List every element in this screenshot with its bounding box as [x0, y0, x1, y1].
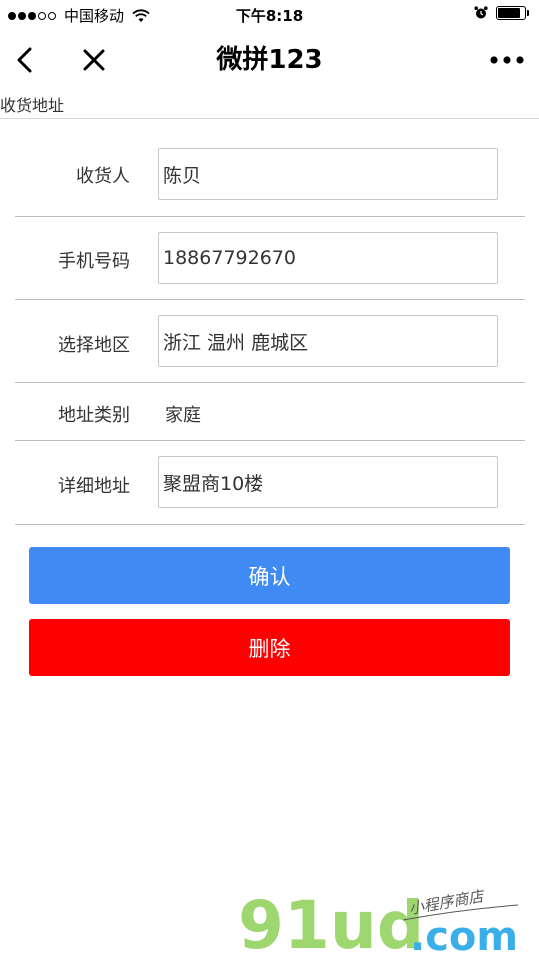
row-divider [15, 524, 525, 525]
detail-address-label: 详细地址 [58, 476, 130, 497]
back-button[interactable] [6, 30, 42, 90]
status-bar-right [474, 6, 529, 20]
receiver-label: 收货人 [76, 166, 130, 187]
row-divider [15, 382, 525, 383]
chevron-left-icon [17, 47, 32, 73]
status-time: 下午8:18 [235, 7, 304, 25]
watermark-domain: .com [410, 914, 518, 960]
more-dots-icon [490, 56, 524, 64]
nav-bar: 微拼123 [0, 30, 539, 90]
detail-address-row: 详细地址 [15, 441, 525, 525]
alarm-icon [474, 6, 488, 19]
receiver-row: 收货人 [15, 119, 525, 217]
phone-input[interactable] [158, 232, 498, 284]
watermark-brand: 91ud [238, 887, 424, 960]
close-button[interactable] [74, 30, 114, 90]
detail-address-input[interactable] [158, 456, 498, 508]
more-button[interactable] [487, 30, 527, 90]
address-type-value[interactable]: 家庭 [165, 401, 201, 427]
battery-icon [496, 6, 526, 20]
delete-button[interactable]: 删除 [29, 619, 510, 676]
phone-row: 手机号码 [15, 217, 525, 300]
region-picker[interactable] [158, 315, 498, 367]
phone-label: 手机号码 [58, 251, 130, 272]
watermark-graphic: 91ud .com 小程序商店 [238, 887, 518, 964]
section-label: 收货地址 [0, 96, 65, 115]
close-icon [83, 49, 105, 71]
watermark-logo: 91ud .com 小程序商店 [238, 880, 538, 964]
confirm-button[interactable]: 确认 [29, 547, 510, 604]
region-row: 选择地区 [15, 300, 525, 384]
address-type-label: 地址类别 [58, 405, 130, 426]
status-bar: 中国移动 下午8:18 [0, 0, 539, 30]
battery-tip [527, 10, 529, 16]
region-label: 选择地区 [58, 335, 130, 356]
address-type-row: 地址类别 家庭 [15, 384, 525, 441]
battery-level [498, 8, 521, 18]
receiver-input[interactable] [158, 148, 498, 200]
